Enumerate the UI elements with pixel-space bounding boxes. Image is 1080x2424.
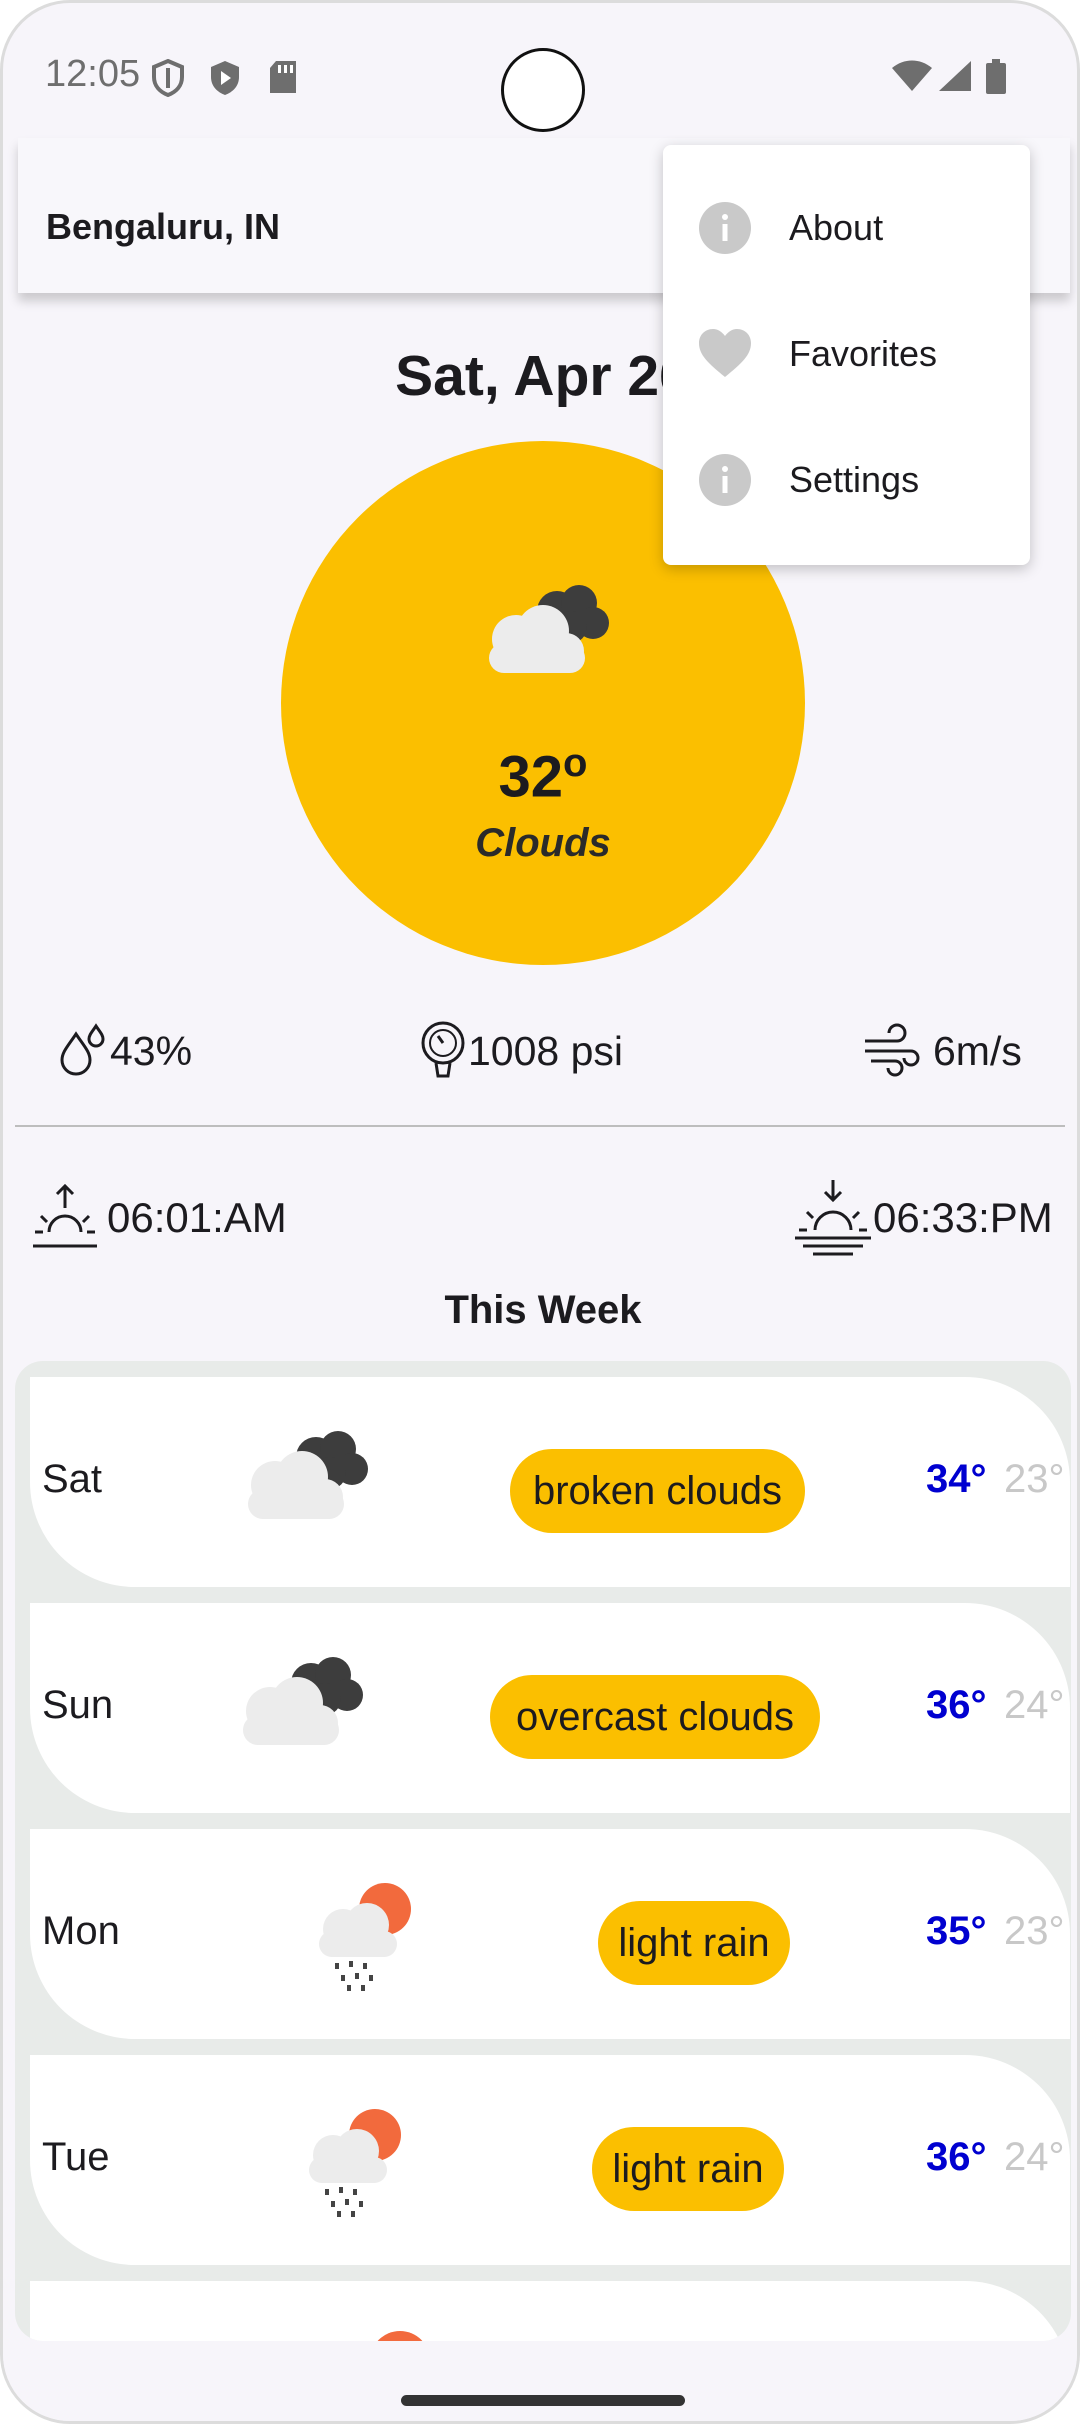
camera-cutout: [501, 48, 585, 132]
menu-item-about[interactable]: About: [663, 165, 1030, 291]
status-bar: 12:05: [3, 3, 1077, 138]
broken-clouds-icon: [248, 1431, 368, 1519]
forecast-row[interactable]: Sun overcast clouds 36° 24°: [30, 1603, 1070, 1813]
temperature-value: 32: [498, 744, 564, 810]
current-temperature: 32o: [281, 741, 805, 810]
forecast-description: light rain: [598, 1901, 790, 1985]
broken-clouds-icon: [489, 585, 609, 673]
forecast-low: 24°: [1004, 2135, 1065, 2179]
forecast-list[interactable]: Sat broken clouds 34° 23° Sun overcast c…: [15, 1361, 1071, 2341]
forecast-day: Sat: [42, 1457, 103, 1501]
forecast-low: 23°: [1004, 1909, 1065, 1953]
light-rain-icon: [319, 1883, 411, 1991]
forecast-row[interactable]: Mon light rain 35° 23°: [30, 1829, 1070, 2039]
menu-item-favorites[interactable]: Favorites: [663, 291, 1030, 417]
wind-stat: 6m/s: [861, 1018, 1022, 1084]
play-protect-icon: [211, 61, 239, 95]
info-icon: [699, 202, 751, 254]
humidity-value: 43%: [110, 1027, 193, 1074]
overflow-menu: About Favorites Settings: [663, 145, 1030, 565]
forecast-description: light rain: [592, 2127, 784, 2211]
forecast-low: 23°: [1004, 1457, 1065, 1501]
forecast-day: Sun: [42, 1683, 114, 1727]
forecast-low: 24°: [1004, 1683, 1065, 1727]
forecast-description: overcast clouds: [490, 1675, 820, 1759]
navigation-bar: [3, 2345, 1077, 2421]
humidity-icon: [60, 1023, 105, 1076]
cell-signal-icon: [939, 61, 971, 91]
sunset-time: 06:33:PM: [873, 1194, 1053, 1241]
light-rain-icon: [309, 2109, 401, 2217]
forecast-row[interactable]: Sat broken clouds 34° 23°: [30, 1377, 1070, 1587]
sunrise-icon: [33, 1183, 97, 1248]
forecast-day: Mon: [42, 1909, 120, 1953]
forecast-description: broken clouds: [510, 1449, 805, 1533]
current-description: Clouds: [475, 821, 611, 865]
forecast-high: 36°: [926, 2135, 987, 2179]
sd-card-icon: [270, 61, 296, 93]
status-time: 12:05: [45, 53, 141, 95]
wind-icon: [865, 1023, 920, 1077]
menu-label: About: [789, 207, 884, 248]
forecast-row[interactable]: [30, 2281, 1070, 2341]
weather-icon: [370, 2331, 430, 2341]
menu-item-settings[interactable]: Settings: [663, 417, 1030, 543]
sunrise-time: 06:01:AM: [107, 1194, 287, 1241]
wind-value: 6m/s: [933, 1027, 1022, 1074]
divider: [15, 1125, 1065, 1127]
humidity-stat: 43%: [58, 1018, 192, 1084]
overcast-clouds-icon: [243, 1657, 363, 1745]
sunset-icon: [795, 1180, 871, 1256]
battery-icon: [986, 59, 1006, 94]
menu-label: Favorites: [789, 333, 938, 374]
week-title: This Week: [444, 1288, 642, 1332]
forecast-high: 36°: [926, 1683, 987, 1727]
pressure-gauge-icon: [421, 1021, 465, 1078]
shield-icon: [152, 59, 184, 97]
forecast-high: 34°: [926, 1457, 987, 1501]
forecast-high: 35°: [926, 1909, 987, 1953]
forecast-row[interactable]: Tue light rain 36° 24°: [30, 2055, 1070, 2265]
heart-icon: [699, 329, 751, 377]
home-indicator[interactable]: [401, 2395, 685, 2406]
phone-screen: 12:05 Bengaluru, IN Sat, Apr 26 32o Clou…: [0, 0, 1080, 2424]
location-title: Bengaluru, IN: [46, 206, 281, 247]
sunset-row: 06:33:PM: [793, 1178, 1053, 1258]
pressure-value: 1008 psi: [468, 1027, 624, 1074]
wifi-icon: [892, 60, 932, 91]
pressure-stat: 1008 psi: [418, 1018, 623, 1084]
menu-label: Settings: [789, 459, 920, 500]
forecast-day: Tue: [42, 2135, 110, 2179]
info-icon: [699, 454, 751, 506]
sunrise-row: 06:01:AM: [31, 1178, 287, 1258]
temperature-unit: o: [563, 741, 588, 785]
